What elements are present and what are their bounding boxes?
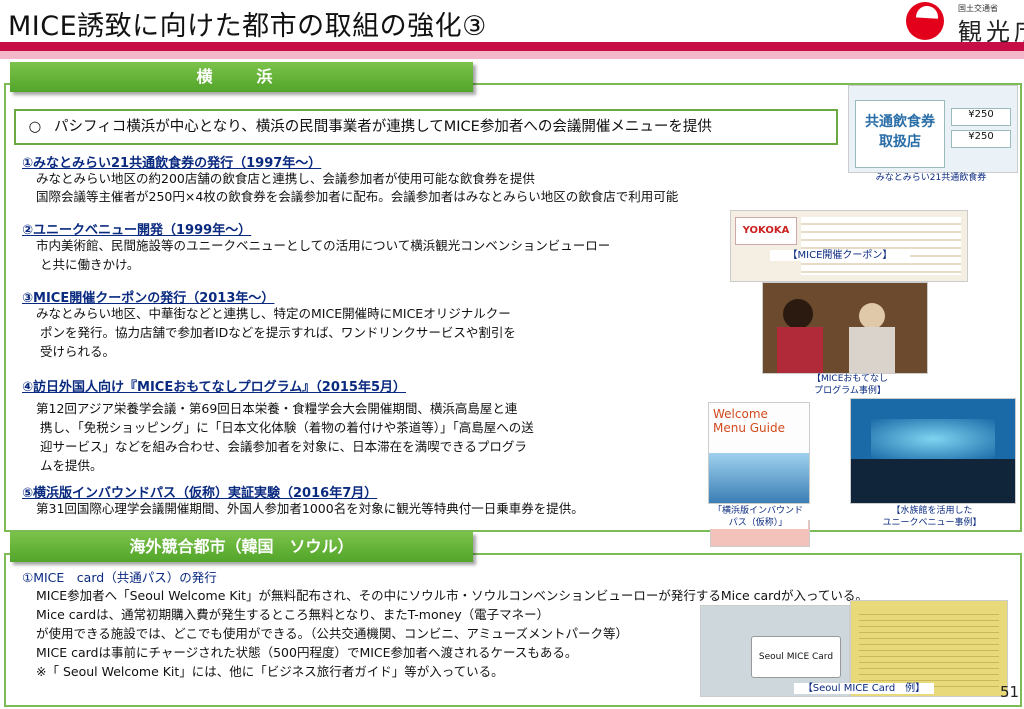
omotenashi-program-image <box>762 282 928 374</box>
coupon-logo: YOKOKA <box>735 217 797 245</box>
inbound-pass-caption-1: 「横浜版インバウンド <box>708 506 808 517</box>
summary-text: パシフィコ横浜が中心となり、横浜の民間事業者が連携してMICE参加者への会議開催… <box>54 119 712 135</box>
seoul-text: MICE参加者へ「Seoul Welcome Kit」が無料配布され、その中にソ… <box>36 588 868 603</box>
item-heading-coupon: ③MICE開催クーポンの発行（2013年～） <box>22 291 275 306</box>
meal-ticket-image: 共通飲食券 取扱店 ¥250 ¥250 <box>848 85 1018 173</box>
title-underline-bar <box>0 42 1024 51</box>
item-heading-omotenashi: ④訪日外国人向け『MICEおもてなしプログラム』（2015年5月） <box>22 380 407 395</box>
yokohama-summary-box: ○ パシフィコ横浜が中心となり、横浜の民間事業者が連携してMICE参加者への会議開… <box>14 109 838 145</box>
welcome-menu-guide-image: Welcome Menu Guide <box>708 402 810 504</box>
seoul-card-label: Seoul MICE Card <box>751 636 841 678</box>
seoul-text: Mice cardは、通常初期購入費が発生するところ無料となり、またT-mone… <box>36 607 550 622</box>
item-text: みなとみらい地区、中華街などと連携し、特定のMICE開催時にMICEオリジナルク… <box>36 306 511 321</box>
aquarium-caption-2: ユニークベニュー事例】 <box>882 518 982 528</box>
item-text: 受けられる。 <box>40 344 116 359</box>
item-text: と共に働きかけ。 <box>40 257 140 272</box>
item-heading-meal-ticket: ①みなとみらい21共通飲食券の発行（1997年～） <box>22 156 322 171</box>
item-text: みなとみらい地区の約200店舗の飲食店と連携し、会議参加者が使用可能な飲食券を提… <box>36 171 535 186</box>
aquarium-venue-image <box>850 398 1016 504</box>
coupon-caption: 【MICE開催クーポン】 <box>770 250 910 261</box>
page-title: MICE誘致に向けた都市の取組の強化③ <box>8 11 487 42</box>
page-number: 51 <box>1000 683 1020 701</box>
meal-ticket-label-2: 取扱店 <box>879 134 921 150</box>
agency-logo-icon <box>906 2 944 40</box>
seoul-heading: ①MICE card（共通パス）の発行 <box>22 570 217 585</box>
meal-ticket-price: ¥250 <box>951 108 1011 126</box>
meal-ticket-caption: みなとみらい21共通飲食券 <box>875 173 987 183</box>
item-heading-inbound-pass: ⑤横浜版インバウンドパス（仮称）実証実験（2016年7月） <box>22 486 378 501</box>
item-text: 第12回アジア栄養学会議・第69回日本栄養・食糧学会大会開催期間、横浜高島屋と連 <box>36 401 518 416</box>
coupon-image: YOKOKA <box>730 210 968 282</box>
logo-agency-label: 観光庁 <box>958 18 1024 46</box>
inbound-pass-caption-2: パス（仮称）」 <box>708 518 808 529</box>
seoul-text: MICE cardは事前にチャージされた状態（500円程度）でMICE参加者へ渡… <box>36 645 578 660</box>
aquarium-caption-1: 【水族館を活用した <box>891 506 973 516</box>
omotenashi-caption-2: プログラム事例】 <box>814 386 886 396</box>
seoul-card-caption: 【Seoul MICE Card 例】 <box>794 683 934 694</box>
guide-title-1: Welcome <box>713 407 768 421</box>
item-heading-unique-venue: ②ユニークベニュー開発（1999年～） <box>22 223 252 238</box>
guide-title-2: Menu Guide <box>713 421 785 435</box>
seoul-text: ※「 Seoul Welcome Kit」には、他に「ビジネス旅行者ガイド」等が… <box>36 664 504 679</box>
title-underline-bar-light <box>0 51 1024 59</box>
item-text: ポンを発行。協力店舗で参加者IDなどを提示すれば、ワンドリンクサービスや割引を <box>40 325 516 340</box>
item-text: 市内美術館、民間施設等のユニークベニューとしての活用について横浜観光コンベンショ… <box>36 238 611 253</box>
omotenashi-caption-1: 【MICEおもてなし <box>811 374 889 384</box>
item-text: ムを提供。 <box>40 458 103 473</box>
item-text: 国際会議等主催者が250円×4枚の飲食券を会議参加者に配布。会議参加者はみなとみ… <box>36 189 679 204</box>
item-text: 携し、「免税ショッピング」に「日本文化体験（着物の着付けや茶道等）」「高島屋への… <box>40 420 534 435</box>
item-text: 第31回国際心理学会議開催期間、外国人参加者1000名を対象に観光等特典付一日乗… <box>36 501 584 516</box>
seoul-section-tab: 海外競合都市（韓国 ソウル） <box>10 532 473 562</box>
summary-bullet: ○ <box>28 119 42 135</box>
meal-ticket-price: ¥250 <box>951 130 1011 148</box>
yokohama-section-tab: 横 浜 <box>10 62 473 92</box>
seoul-text: が使用できる施設では、どこでも使用ができる。（公共交通機関、コンビニ、アミューズ… <box>36 626 629 641</box>
item-text: 迎サービス」などを組み合わせ、会議参加者を対象に、日本滞在を満喫できるプログラ <box>40 439 527 454</box>
meal-ticket-label: 共通飲食券 <box>865 114 935 130</box>
